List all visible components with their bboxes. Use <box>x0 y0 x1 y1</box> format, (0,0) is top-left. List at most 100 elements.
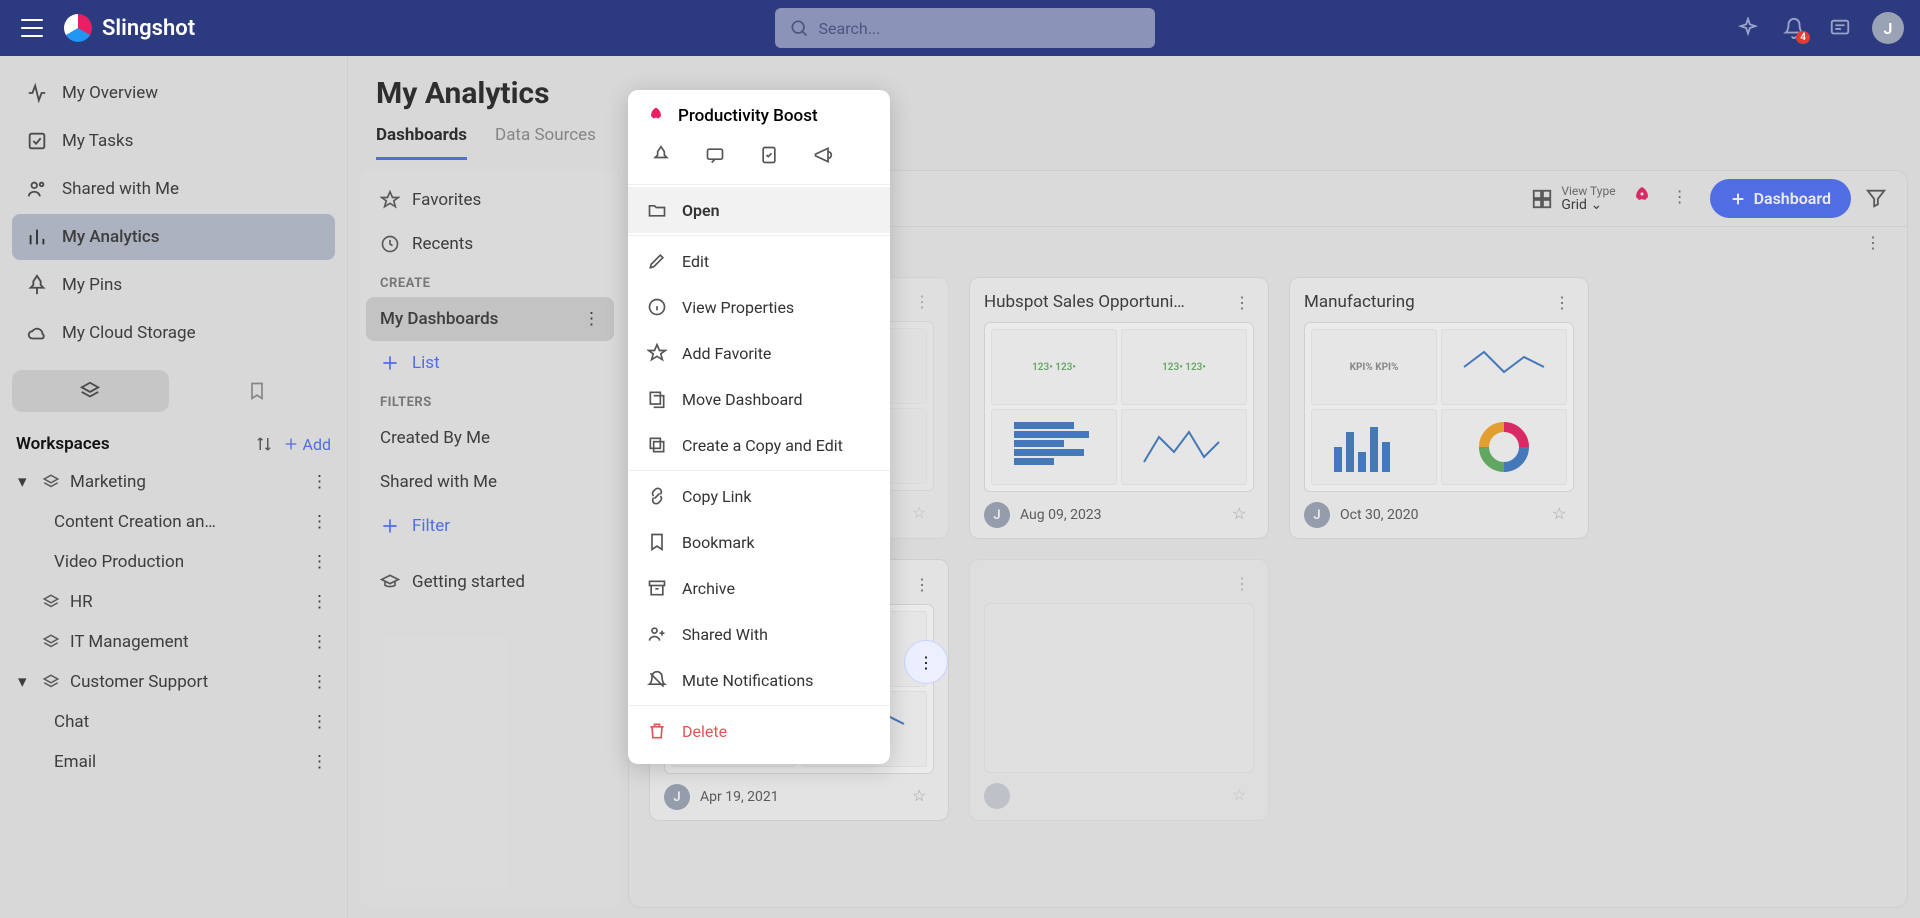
ctx-bookmark[interactable]: Bookmark <box>628 519 890 565</box>
nav-label: My Tasks <box>62 131 133 151</box>
activity-icon <box>26 82 48 104</box>
ctx-edit[interactable]: Edit <box>628 238 890 284</box>
layers-toggle[interactable] <box>12 370 169 412</box>
card-preview: 123• 123• 123• 123• <box>984 322 1254 492</box>
graduation-cap-icon <box>380 572 400 592</box>
workspace-child-chat[interactable]: Chat ⋮ <box>12 702 335 742</box>
workspace-menu-button[interactable]: ⋮ <box>311 752 329 772</box>
filter-recents[interactable]: Recents <box>366 222 614 266</box>
card-menu-button[interactable]: ⋮ <box>914 575 934 594</box>
filter-shared-with-me[interactable]: Shared with Me <box>366 460 614 504</box>
nav-shared-with-me[interactable]: Shared with Me <box>12 166 335 212</box>
view-type-dropdown[interactable]: View Type Grid ⌄ <box>1531 185 1615 213</box>
global-search[interactable] <box>775 8 1155 48</box>
nav-my-pins[interactable]: My Pins <box>12 262 335 308</box>
workspaces-heading: Workspaces <box>16 434 245 454</box>
add-list-button[interactable]: List <box>366 341 614 385</box>
ctx-move-dashboard[interactable]: Move Dashboard <box>628 376 890 422</box>
star-icon[interactable]: ☆ <box>1232 785 1254 807</box>
rocket-button[interactable] <box>1630 185 1658 213</box>
ctx-open[interactable]: Open <box>628 187 890 233</box>
ctx-view-properties[interactable]: View Properties <box>628 284 890 330</box>
nav-my-tasks[interactable]: My Tasks <box>12 118 335 164</box>
card-date: Oct 30, 2020 <box>1340 507 1542 523</box>
filters-heading: FILTERS <box>366 385 614 416</box>
workspace-marketing[interactable]: ▾ Marketing ⋮ <box>12 462 335 502</box>
link-icon <box>646 485 668 507</box>
dashboard-card[interactable]: Hubspot Sales Opportuni…⋮ 123• 123• 123•… <box>969 277 1269 539</box>
notifications-button[interactable]: 4 <box>1780 14 1808 42</box>
layers-icon <box>42 473 60 491</box>
copy-icon <box>646 434 668 456</box>
menu-toggle-button[interactable] <box>16 12 48 44</box>
move-icon <box>646 388 668 410</box>
ctx-add-favorite[interactable]: Add Favorite <box>628 330 890 376</box>
ctx-archive[interactable]: Archive <box>628 565 890 611</box>
avatar: J <box>1304 502 1330 528</box>
nav-my-cloud-storage[interactable]: My Cloud Storage <box>12 310 335 356</box>
kebab-icon[interactable]: ⋮ <box>583 309 600 329</box>
star-icon[interactable]: ☆ <box>912 503 934 525</box>
workspace-hr[interactable]: HR ⋮ <box>12 582 335 622</box>
workspace-menu-button[interactable]: ⋮ <box>311 512 329 532</box>
dashboard-card[interactable]: Manufacturing⋮ KPI% KPI% JOct 30, 2020☆ <box>1289 277 1589 539</box>
grid-icon <box>1531 188 1553 210</box>
card-menu-button[interactable]: ⋮ <box>1234 574 1254 593</box>
quick-chat-button[interactable] <box>700 140 730 170</box>
ctx-mute-notifications[interactable]: Mute Notifications <box>628 657 890 703</box>
workspace-menu-button[interactable]: ⋮ <box>311 552 329 572</box>
quick-announce-button[interactable] <box>808 140 838 170</box>
ctx-delete[interactable]: Delete <box>628 708 890 754</box>
user-avatar[interactable]: J <box>1872 12 1904 44</box>
bookmark-toggle[interactable] <box>179 370 336 412</box>
dashboard-card[interactable]: ⋮ ☆ <box>969 559 1269 821</box>
workspace-child-content-creation[interactable]: Content Creation an… ⋮ <box>12 502 335 542</box>
active-card-menu-button[interactable]: ⋮ <box>904 640 948 684</box>
add-workspace-button[interactable]: Add <box>283 435 331 454</box>
nav-my-overview[interactable]: My Overview <box>12 70 335 116</box>
trash-icon <box>646 720 668 742</box>
ctx-shared-with[interactable]: Shared With <box>628 611 890 657</box>
create-heading: CREATE <box>366 266 614 297</box>
workspace-menu-button[interactable]: ⋮ <box>311 472 329 492</box>
ctx-copy-link[interactable]: Copy Link <box>628 473 890 519</box>
workspace-it-management[interactable]: IT Management ⋮ <box>12 622 335 662</box>
chat-icon[interactable] <box>1826 14 1854 42</box>
filter-created-by-me[interactable]: Created By Me <box>366 416 614 460</box>
filter-getting-started[interactable]: Getting started <box>366 560 614 604</box>
ctx-copy-edit[interactable]: Create a Copy and Edit <box>628 422 890 468</box>
layers-icon <box>42 593 60 611</box>
workspace-menu-button[interactable]: ⋮ <box>311 672 329 692</box>
nav-label: My Analytics <box>62 227 159 247</box>
workspace-child-email[interactable]: Email ⋮ <box>12 742 335 782</box>
more-button[interactable]: ⋮ <box>1672 187 1696 211</box>
workspace-child-video-production[interactable]: Video Production ⋮ <box>12 542 335 582</box>
card-menu-button[interactable]: ⋮ <box>1234 293 1254 312</box>
workspace-menu-button[interactable]: ⋮ <box>311 632 329 652</box>
workspace-customer-support[interactable]: ▾ Customer Support ⋮ <box>12 662 335 702</box>
filter-icon[interactable] <box>1865 187 1889 211</box>
star-icon[interactable]: ☆ <box>912 786 934 808</box>
new-dashboard-button[interactable]: Dashboard <box>1710 179 1851 218</box>
star-icon[interactable]: ☆ <box>1552 504 1574 526</box>
quick-task-button[interactable] <box>754 140 784 170</box>
filter-favorites[interactable]: Favorites <box>366 178 614 222</box>
main-content: My Analytics Dashboards Data Sources Fav… <box>348 56 1920 918</box>
sort-icon[interactable] <box>255 435 273 453</box>
app-logo[interactable]: Slingshot <box>64 14 195 42</box>
tab-dashboards[interactable]: Dashboards <box>376 125 467 160</box>
sparkle-icon[interactable] <box>1734 14 1762 42</box>
nav-my-analytics[interactable]: My Analytics <box>12 214 335 260</box>
add-filter-button[interactable]: Filter <box>366 504 614 548</box>
quick-pin-button[interactable] <box>646 140 676 170</box>
tab-data-sources[interactable]: Data Sources <box>495 125 596 160</box>
filter-my-dashboards[interactable]: My Dashboards ⋮ <box>366 297 614 341</box>
workspace-menu-button[interactable]: ⋮ <box>311 712 329 732</box>
star-icon[interactable]: ☆ <box>1232 504 1254 526</box>
card-title: Manufacturing <box>1304 292 1554 312</box>
workspace-menu-button[interactable]: ⋮ <box>311 592 329 612</box>
area-more-button[interactable]: ⋮ <box>1865 233 1889 257</box>
card-menu-button[interactable]: ⋮ <box>1554 293 1574 312</box>
search-input[interactable] <box>819 19 1141 38</box>
card-menu-button[interactable]: ⋮ <box>914 292 934 311</box>
